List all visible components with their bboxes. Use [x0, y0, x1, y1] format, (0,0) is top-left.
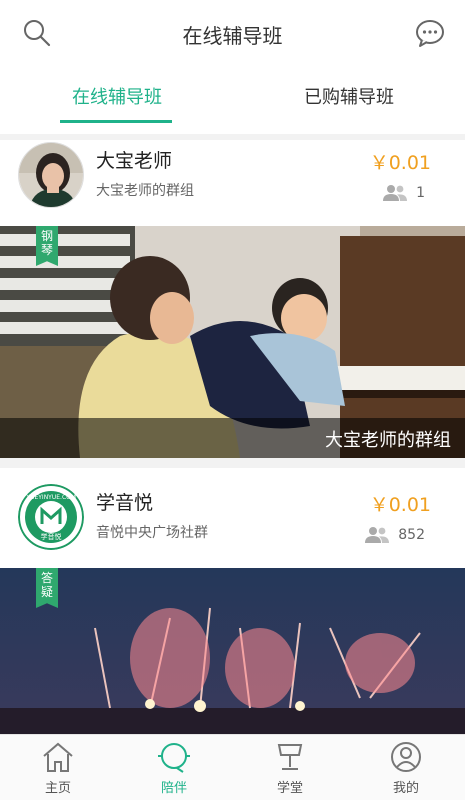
- page-title: 在线辅导班: [182, 24, 283, 48]
- nav-companion-label: 陪伴: [160, 781, 187, 796]
- tab-purchased-classes[interactable]: 已购辅导班: [264, 74, 434, 124]
- group-price: ￥0.01: [369, 152, 431, 174]
- nav-profile[interactable]: 我的: [348, 735, 464, 800]
- lectern-icon: [277, 744, 303, 770]
- banner-caption: 大宝老师的群组: [0, 418, 465, 458]
- member-count: 852: [364, 526, 425, 544]
- member-count: 1: [382, 184, 425, 202]
- group-card-header[interactable]: 大宝老师 大宝老师的群组 ￥0.01 1: [0, 140, 465, 226]
- message-button[interactable]: [413, 16, 447, 50]
- app-header: 在线辅导班: [0, 0, 465, 66]
- nav-classroom-label: 学堂: [276, 781, 303, 796]
- avatar: [18, 142, 84, 208]
- companion-icon: [158, 743, 190, 773]
- nav-profile-label: 我的: [392, 781, 419, 796]
- group-subtitle: 大宝老师的群组: [96, 183, 194, 199]
- tab-bar: 在线辅导班 已购辅导班: [0, 74, 465, 124]
- category-tag: 答疑: [36, 568, 58, 608]
- group-banner-image[interactable]: 答疑: [0, 568, 465, 734]
- group-logo: XUEYINYUE.COM 学音悦: [18, 484, 84, 550]
- category-tag: 钢琴: [36, 226, 58, 266]
- nav-classroom[interactable]: 学堂: [232, 735, 348, 800]
- group-name: 大宝老师: [96, 150, 173, 172]
- divider: [0, 458, 465, 468]
- member-count-value: 852: [398, 527, 425, 543]
- group-banner-image[interactable]: 钢琴 大宝老师的群组: [0, 226, 465, 458]
- home-icon: [43, 742, 73, 772]
- bottom-nav: 主页 陪伴 学堂 我的: [0, 734, 465, 800]
- group-card-header[interactable]: XUEYINYUE.COM 学音悦 学音悦 音悦中央广场社群 ￥0.01 852: [0, 482, 465, 568]
- profile-icon: [391, 742, 421, 772]
- logo-text-bottom: 学音悦: [41, 532, 62, 541]
- members-icon: [383, 185, 408, 201]
- member-count-value: 1: [416, 185, 425, 201]
- group-name: 学音悦: [96, 492, 154, 514]
- nav-home[interactable]: 主页: [0, 735, 116, 800]
- chat-bubble-icon: [416, 20, 444, 47]
- fireworks-photo: [0, 568, 465, 734]
- nav-home-label: 主页: [44, 781, 71, 796]
- group-price: ￥0.01: [369, 494, 431, 516]
- logo-text-top: XUEYINYUE.COM: [26, 494, 76, 501]
- banner-caption-text: 大宝老师的群组: [325, 430, 451, 451]
- group-subtitle: 音悦中央广场社群: [96, 525, 208, 541]
- nav-companion[interactable]: 陪伴: [116, 735, 232, 800]
- members-icon: [365, 527, 390, 543]
- active-tab-indicator: [60, 120, 172, 123]
- tab-online-classes[interactable]: 在线辅导班: [32, 74, 202, 124]
